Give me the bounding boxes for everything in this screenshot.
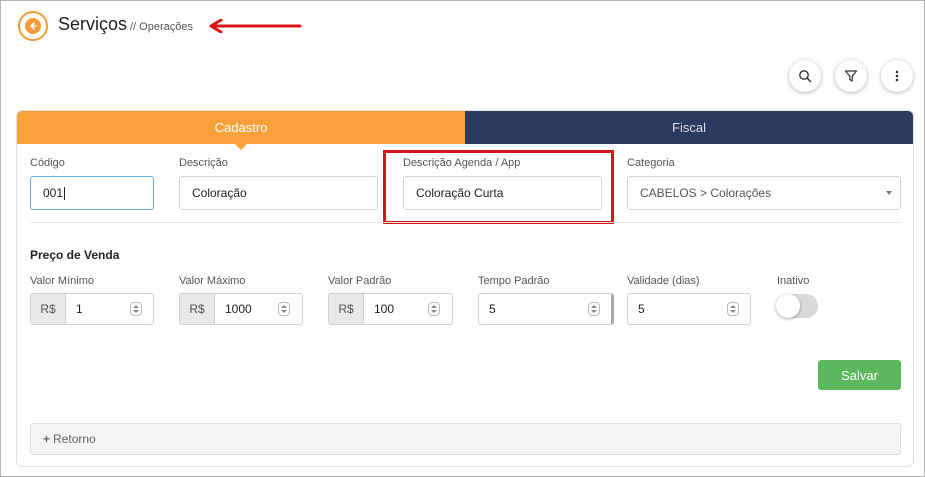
tempo-padrao-value: 5 [489, 302, 496, 316]
back-button[interactable] [18, 11, 48, 41]
breadcrumb: // Operações [130, 21, 193, 33]
codigo-input[interactable]: 001 [30, 176, 154, 210]
more-vertical-icon [895, 70, 899, 82]
toggle-knob [776, 294, 800, 318]
valor-minimo-value: 1 [76, 302, 83, 316]
active-tab-caret [235, 144, 247, 150]
filter-icon [844, 70, 858, 82]
tab-bar: Cadastro Fiscal [17, 111, 913, 150]
retorno-label: Retorno [53, 432, 96, 446]
tempo-padrao-label: Tempo Padrão [478, 275, 550, 287]
chevron-down-icon [886, 191, 892, 195]
categoria-label: Categoria [627, 157, 675, 169]
search-button[interactable] [789, 60, 821, 92]
more-options-button[interactable] [881, 60, 913, 92]
descricao-label: Descrição [179, 157, 228, 169]
inativo-label: Inativo [777, 275, 810, 287]
valor-maximo-label: Valor Máximo [179, 275, 246, 287]
valor-padrao-label: Valor Padrão [328, 275, 392, 287]
descricao-value: Coloração [192, 186, 247, 200]
tab-cadastro[interactable]: Cadastro [17, 111, 465, 150]
plus-icon: + [43, 432, 51, 446]
annotation-highlight-box [383, 150, 614, 224]
valor-minimo-stepper[interactable] [130, 302, 142, 316]
tab-fiscal-label: Fiscal [672, 120, 706, 135]
validade-value: 5 [638, 302, 645, 316]
tempo-padrao-stepper[interactable] [588, 302, 600, 316]
valor-minimo-label: Valor Mínimo [30, 275, 94, 287]
save-button[interactable]: Salvar [818, 360, 901, 390]
codigo-value: 001 [43, 186, 64, 200]
valor-maximo-value: 1000 [225, 302, 252, 316]
categoria-select[interactable]: CABELOS > Colorações [627, 176, 901, 210]
preco-section-title: Preço de Venda [30, 248, 120, 262]
tab-cadastro-label: Cadastro [214, 120, 268, 135]
inativo-toggle[interactable] [776, 294, 818, 318]
tab-fiscal[interactable]: Fiscal [465, 111, 913, 144]
currency-addon: R$ [328, 293, 364, 325]
search-icon [799, 70, 812, 83]
valor-padrao-stepper[interactable] [428, 302, 440, 316]
arrow-left-icon [25, 18, 41, 34]
valor-padrao-value: 100 [374, 302, 395, 316]
retorno-panel-toggle[interactable]: + Retorno [30, 423, 901, 455]
validade-label: Validade (dias) [627, 275, 700, 287]
section-divider [30, 222, 900, 223]
codigo-label: Código [30, 157, 65, 169]
page-title: Serviços [58, 14, 128, 34]
filter-button[interactable] [835, 60, 867, 92]
currency-addon: R$ [30, 293, 66, 325]
categoria-value: CABELOS > Colorações [640, 186, 772, 200]
validade-stepper[interactable] [727, 302, 739, 316]
descricao-input[interactable]: Coloração [179, 176, 378, 210]
text-caret [64, 186, 66, 200]
valor-maximo-stepper[interactable] [278, 302, 290, 316]
currency-addon: R$ [179, 293, 215, 325]
annotation-arrow-icon [209, 19, 302, 33]
